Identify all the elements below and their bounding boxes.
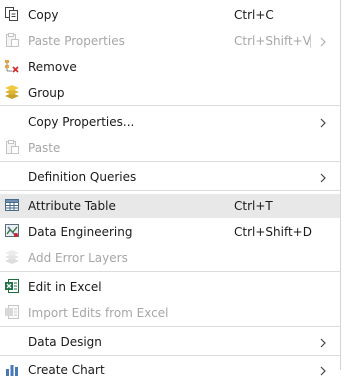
submenu-divider	[310, 34, 311, 48]
chart-icon	[4, 361, 20, 377]
menu-item-edit-in-excel[interactable]: Edit in Excel	[0, 275, 340, 299]
menu-border	[340, 0, 341, 370]
menu-item-remove[interactable]: Remove	[0, 55, 340, 79]
excel-icon	[4, 278, 20, 294]
chevron-right-icon	[320, 337, 326, 351]
paste-properties-icon	[4, 32, 20, 48]
menu-item-label: Remove	[28, 60, 77, 74]
menu-item-copy[interactable]: Copy Ctrl+C	[0, 3, 340, 27]
menu-separator	[0, 190, 340, 191]
menu-item-label: Group	[28, 86, 65, 100]
import-excel-icon	[4, 304, 20, 320]
menu-item-definition-queries[interactable]: Definition Queries	[0, 165, 340, 189]
menu-item-label: Import Edits from Excel	[28, 306, 169, 320]
menu-item-label: Definition Queries	[28, 170, 137, 184]
menu-separator	[0, 355, 340, 356]
menu-item-label: Paste	[28, 141, 61, 155]
data-engineering-icon	[4, 223, 20, 239]
copy-icon	[4, 6, 20, 22]
menu-separator	[0, 271, 340, 272]
menu-separator	[0, 326, 340, 327]
menu-item-label: Data Engineering	[28, 225, 133, 239]
menu-separator	[0, 161, 340, 162]
context-menu: Copy Ctrl+C Paste Properties Ctrl+Shift+…	[0, 0, 340, 377]
shortcut-label: Ctrl+T	[234, 199, 273, 213]
menu-item-import-edits-from-excel[interactable]: Import Edits from Excel	[0, 301, 340, 325]
menu-item-label: Copy Properties...	[28, 115, 135, 129]
chevron-right-icon[interactable]	[320, 36, 326, 50]
chevron-right-icon	[320, 172, 326, 186]
menu-item-create-chart[interactable]: Create Chart	[0, 358, 340, 382]
paste-icon	[4, 139, 20, 155]
shortcut-label: Ctrl+Shift+V	[234, 34, 311, 48]
chevron-right-icon	[320, 365, 326, 379]
menu-item-label: Edit in Excel	[28, 280, 102, 294]
menu-item-label: Add Error Layers	[28, 251, 128, 265]
menu-item-group[interactable]: Group	[0, 81, 340, 105]
group-icon	[4, 84, 20, 100]
shortcut-label: Ctrl+C	[234, 8, 274, 22]
menu-item-label: Attribute Table	[28, 199, 116, 213]
menu-item-label: Create Chart	[28, 363, 105, 377]
table-icon	[4, 197, 20, 213]
menu-separator	[0, 105, 340, 106]
menu-item-label: Copy	[28, 8, 59, 22]
menu-item-add-error-layers[interactable]: Add Error Layers	[0, 246, 340, 270]
menu-item-attribute-table[interactable]: Attribute Table Ctrl+T	[0, 194, 340, 218]
menu-item-data-design[interactable]: Data Design	[0, 330, 340, 354]
menu-item-copy-properties[interactable]: Copy Properties...	[0, 110, 340, 134]
menu-item-data-engineering[interactable]: Data Engineering Ctrl+Shift+D	[0, 220, 340, 244]
menu-item-paste[interactable]: Paste	[0, 136, 340, 160]
chevron-right-icon	[320, 117, 326, 131]
menu-item-paste-properties[interactable]: Paste Properties Ctrl+Shift+V	[0, 29, 340, 53]
menu-item-label: Data Design	[28, 335, 102, 349]
shortcut-label: Ctrl+Shift+D	[234, 225, 312, 239]
menu-item-label: Paste Properties	[28, 34, 125, 48]
remove-icon	[4, 58, 20, 74]
error-layers-icon	[4, 249, 20, 265]
